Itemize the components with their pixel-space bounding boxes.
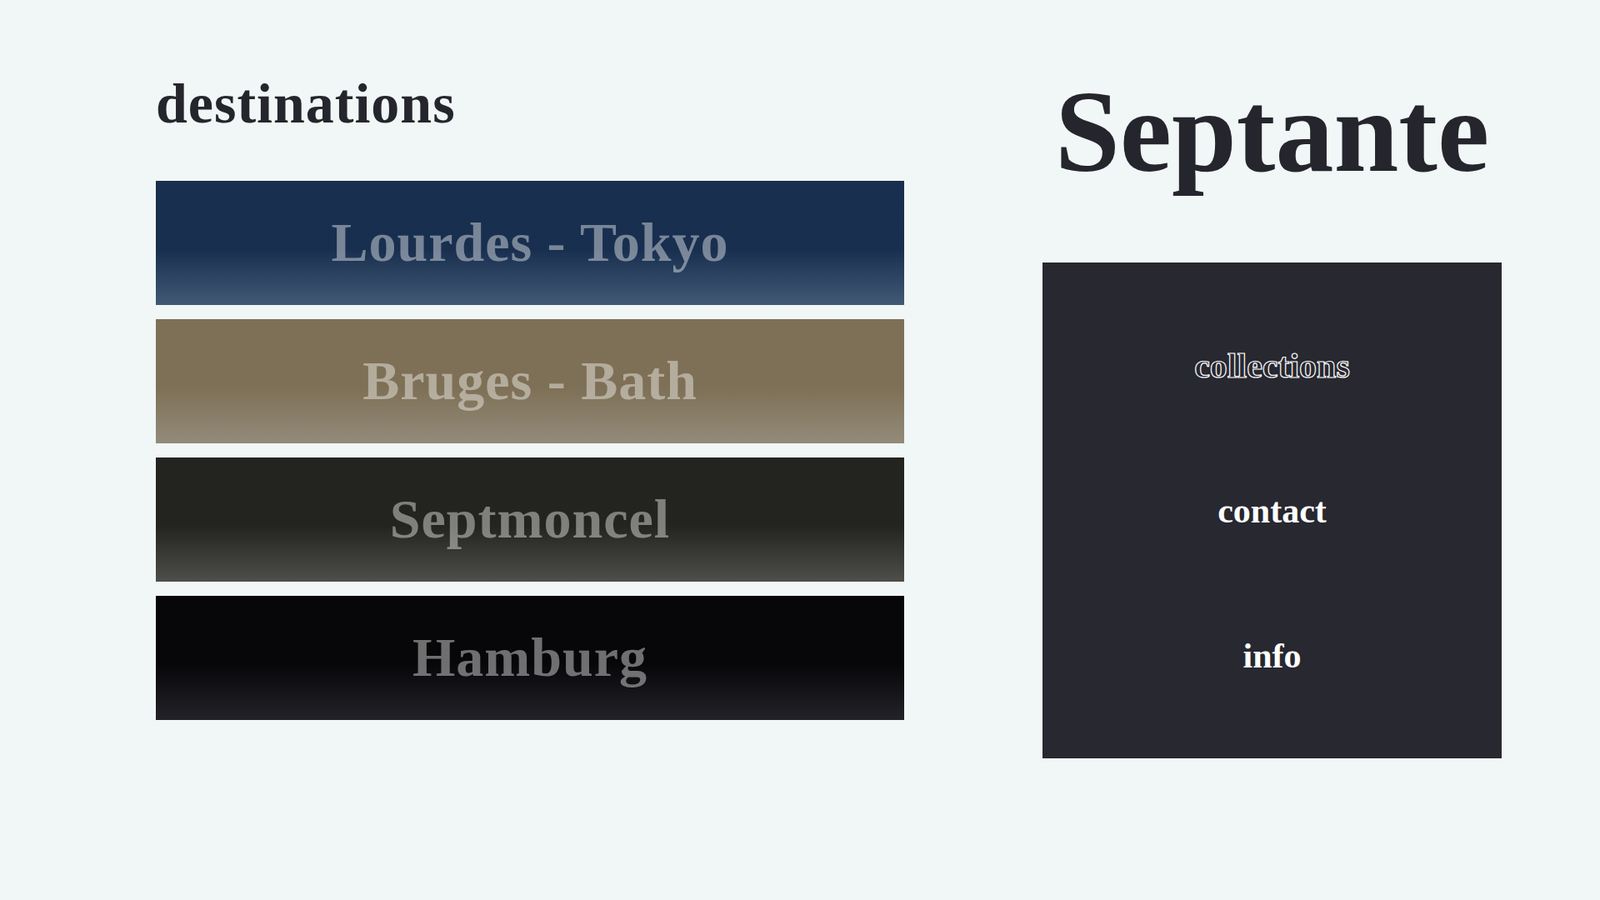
menu-item[interactable]: collections xyxy=(1194,345,1350,386)
destination-strip[interactable]: Lourdes - Tokyo xyxy=(155,180,905,305)
sidebar: Septante collections contact info xyxy=(1042,73,1502,759)
destination-strip[interactable]: Septmoncel xyxy=(155,457,905,582)
menu-item[interactable]: contact xyxy=(1217,490,1327,531)
destination-strip[interactable]: Bruges - Bath xyxy=(155,319,905,444)
menu-panel: collections contact info xyxy=(1042,262,1502,759)
destination-label: Bruges - Bath xyxy=(362,350,698,412)
menu-item[interactable]: info xyxy=(1242,635,1301,676)
destination-list: Lourdes - Tokyo Bruges - Bath Septmoncel Ha… xyxy=(155,180,905,720)
destinations-section: destinations Lourdes - Tokyo Bruges - Bath… xyxy=(155,73,905,720)
destination-label: Lourdes - Tokyo xyxy=(330,212,729,274)
destination-strip[interactable]: Hamburg xyxy=(155,595,905,720)
brand-title: Septante xyxy=(1042,73,1502,190)
destination-label: Hamburg xyxy=(412,627,648,689)
destination-label: Septmoncel xyxy=(390,489,670,550)
page: destinations Lourdes - Tokyo Bruges - Bath… xyxy=(0,0,1600,900)
destinations-heading: destinations xyxy=(155,73,905,134)
